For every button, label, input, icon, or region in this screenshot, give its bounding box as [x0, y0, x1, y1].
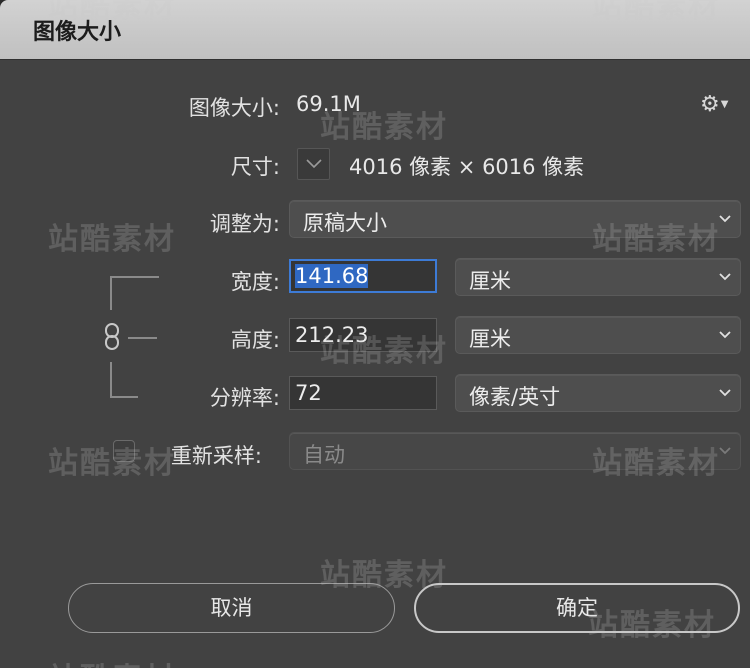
width-value: 141.68 [295, 264, 369, 288]
dimensions-label: 尺寸: [230, 155, 280, 179]
chevron-down-icon [306, 159, 322, 169]
width-unit-value: 厘米 [469, 269, 511, 293]
fit-to-label: 调整为: [209, 212, 280, 236]
title-bar[interactable]: 图像大小 [0, 0, 750, 60]
chevron-down-icon [719, 273, 731, 281]
height-unit-select[interactable]: 厘米 [455, 316, 741, 354]
constrain-bracket-bottom [110, 362, 138, 398]
fit-to-select[interactable]: 原稿大小 [289, 200, 741, 238]
resolution-unit-select[interactable]: 像素/英寸 [455, 374, 741, 412]
dimensions-value: 4016 像素 × 6016 像素 [349, 155, 585, 179]
caret-down-icon: ▼ [720, 99, 729, 110]
link-icon[interactable] [102, 322, 122, 352]
chevron-down-icon [719, 215, 731, 223]
cancel-button[interactable]: 取消 [68, 583, 395, 633]
width-label: 宽度: [230, 270, 280, 294]
image-size-dialog: 图像大小 图像大小: 69.1M ⚙▼ 尺寸: 4016 像素 × 6016 像… [0, 0, 750, 668]
ok-button[interactable]: 确定 [414, 583, 740, 633]
width-input[interactable]: 141.68 [289, 259, 437, 293]
watermark: 站酷素材 [48, 654, 176, 668]
height-input[interactable]: 212.23 [289, 318, 437, 352]
dialog-title: 图像大小 [33, 20, 122, 45]
dimensions-unit-toggle[interactable] [297, 148, 330, 180]
height-label: 高度: [230, 328, 280, 352]
resolution-label: 分辨率: [209, 386, 280, 410]
resample-method-value: 自动 [303, 443, 345, 467]
image-size-label: 图像大小: [188, 96, 280, 120]
resample-method-select[interactable]: 自动 [289, 432, 741, 470]
chevron-down-icon [719, 447, 731, 455]
fit-to-selected-value: 原稿大小 [303, 211, 387, 235]
resolution-value: 72 [295, 381, 322, 405]
chevron-down-icon [719, 389, 731, 397]
image-size-value: 69.1M [296, 92, 361, 116]
gear-icon: ⚙ [700, 92, 720, 117]
resample-label: 重新采样: [170, 444, 262, 468]
width-unit-select[interactable]: 厘米 [455, 258, 741, 296]
resample-checkbox[interactable] [113, 440, 135, 462]
settings-gear-button[interactable]: ⚙▼ [700, 92, 736, 118]
height-unit-value: 厘米 [469, 327, 511, 351]
chevron-down-icon [719, 331, 731, 339]
resolution-unit-value: 像素/英寸 [469, 385, 561, 409]
resolution-input[interactable]: 72 [289, 376, 437, 410]
height-value: 212.23 [295, 323, 369, 347]
